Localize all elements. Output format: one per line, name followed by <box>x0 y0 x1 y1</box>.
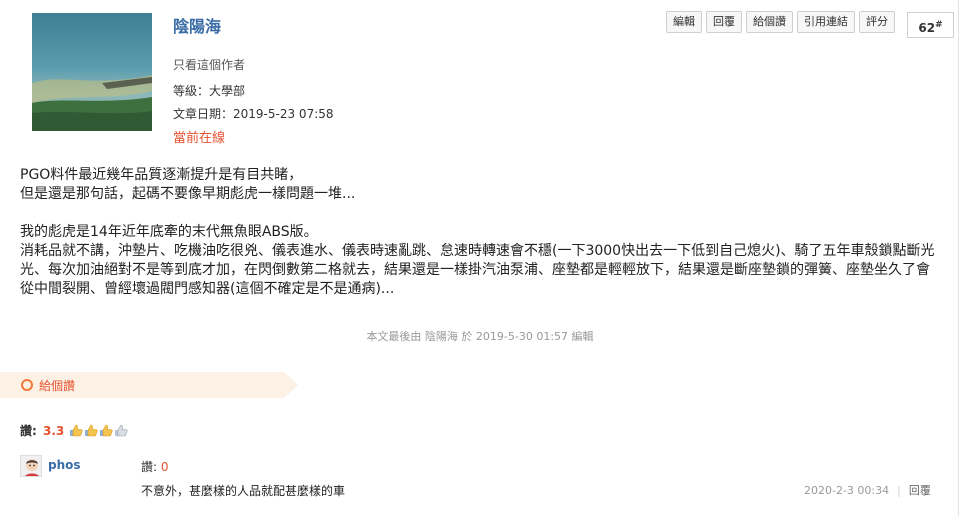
reply-button[interactable]: 回覆 <box>706 11 742 33</box>
like-score: 讚: 3.3 <box>20 422 128 439</box>
like-button[interactable]: 給個讚 <box>746 11 793 33</box>
comment-separator: | <box>897 484 901 497</box>
thumb-up-icon <box>85 424 98 437</box>
comment-reply-link[interactable]: 回覆 <box>909 484 931 497</box>
score-label: 讚: <box>20 424 37 438</box>
comment-score: 讚: 0 <box>141 458 169 475</box>
only-this-author-link[interactable]: 只看這個作者 <box>173 56 245 73</box>
edit-button[interactable]: 編輯 <box>666 11 702 33</box>
post-line: 但是還是那句話，起碼不要像早期彪虎一樣問題一堆... <box>20 186 356 202</box>
thumb-up-icon <box>100 424 113 437</box>
comment-time: 2020-2-3 00:34 <box>804 484 890 497</box>
give-like-label[interactable]: 給個讚 <box>39 377 75 394</box>
author-name[interactable]: 陰陽海 <box>173 13 221 37</box>
author-level: 等級：大學部 <box>173 82 245 99</box>
comment-score-value: 0 <box>160 460 169 474</box>
edited-note: 本文最後由 陰陽海 於 2019-5-30 01:57 編輯 <box>366 330 594 343</box>
post-content: PGO料件最近幾年品質逐漸提升是有目共睹， 但是還是那句話，起碼不要像早期彪虎一… <box>20 166 940 299</box>
date-value: 2019-5-23 07:58 <box>233 107 334 121</box>
level-label: 等級： <box>173 84 210 98</box>
commenter-avatar[interactable] <box>20 455 42 477</box>
floor-number[interactable]: 62# <box>907 12 954 38</box>
thumb-up-icon <box>70 424 83 437</box>
comment-text: 不意外，甚麼樣的人品就配甚麼樣的車 <box>141 484 346 498</box>
online-status: 當前在線 <box>173 131 226 146</box>
thumb-up-icon <box>115 424 128 437</box>
post-line: PGO料件最近幾年品質逐漸提升是有目共睹， <box>20 167 303 183</box>
comment-meta: 2020-2-3 00:34 | 回覆 <box>804 482 931 498</box>
commenter-name[interactable]: phos <box>48 458 81 472</box>
quote-link-button[interactable]: 引用連結 <box>797 11 855 33</box>
level-value: 大學部 <box>209 84 246 98</box>
circle-icon <box>21 379 33 391</box>
comment-score-label: 讚: <box>141 460 158 474</box>
score-value: 3.3 <box>43 424 65 438</box>
rate-button[interactable]: 評分 <box>859 11 895 33</box>
author-avatar[interactable] <box>32 13 152 131</box>
post-actions: 編輯 回覆 給個讚 引用連結 評分 <box>666 11 895 33</box>
thumbs-rating <box>69 424 128 437</box>
post-line: 消耗品就不講，沖墊片、吃機油吃很兇、儀表進水、儀表時速亂跳、怠速時轉速會不穩(一… <box>20 243 935 297</box>
post-line: 我的彪虎是14年近年底牽的末代無魚眼ABS版。 <box>20 224 318 240</box>
floor-mark: # <box>935 20 943 30</box>
date-label: 文章日期： <box>173 107 234 121</box>
floor-value: 62 <box>918 21 936 35</box>
post-date: 文章日期：2019-5-23 07:58 <box>173 105 334 122</box>
